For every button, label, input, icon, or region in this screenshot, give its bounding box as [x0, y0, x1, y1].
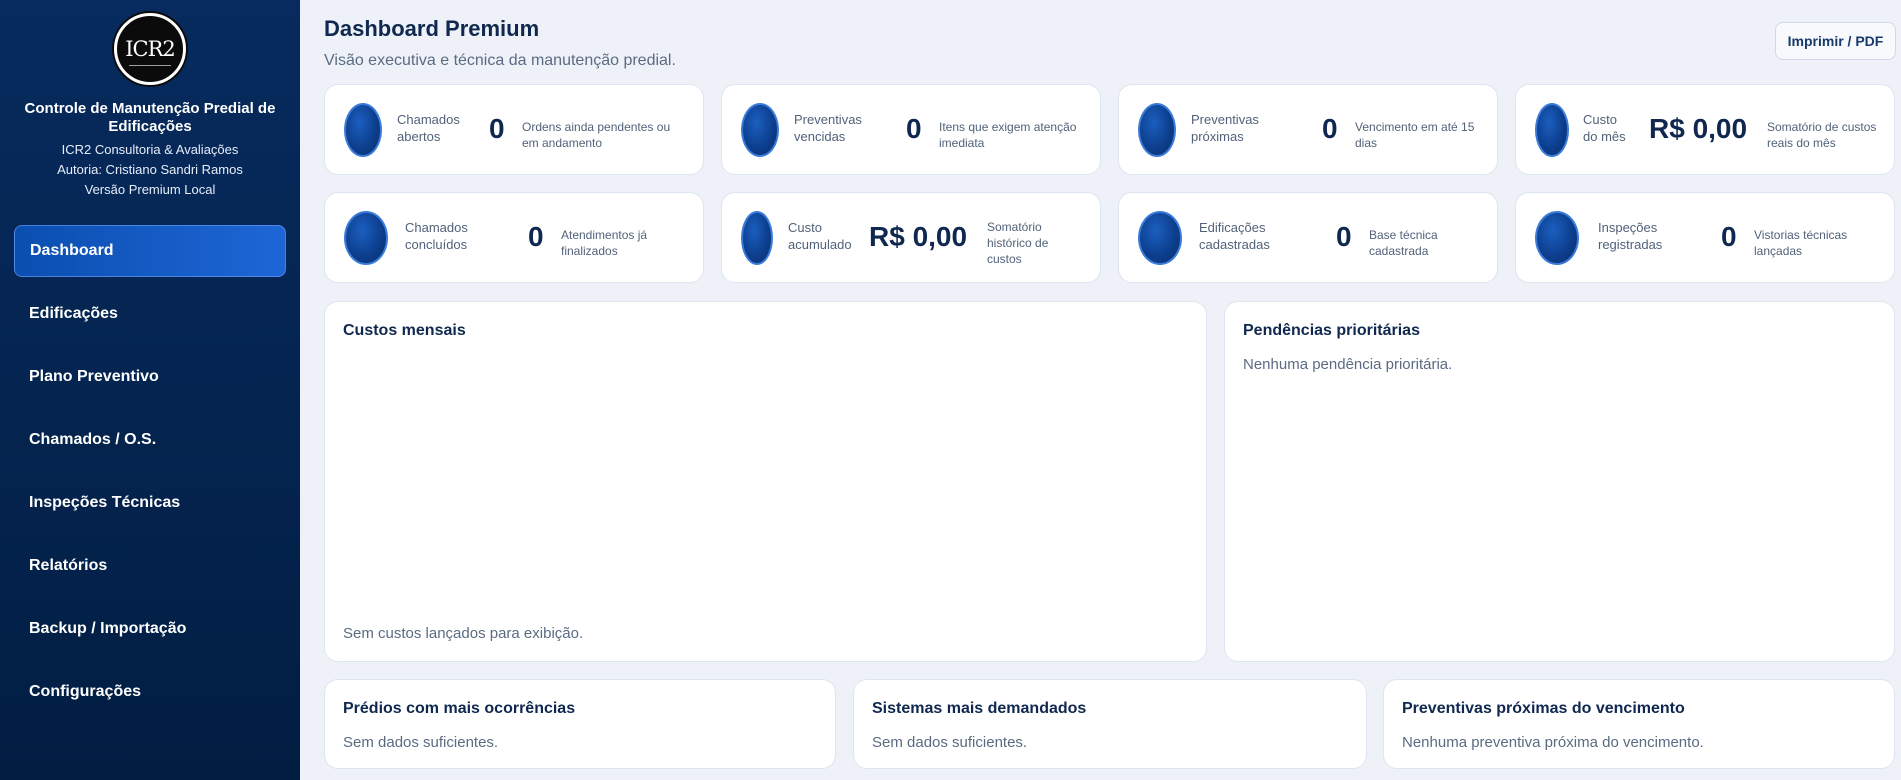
page-title: Dashboard Premium: [324, 16, 540, 41]
stat-label: Custo do mês: [1583, 112, 1626, 144]
empty-state-text: Nenhuma pendência prioritária.: [1243, 356, 1453, 373]
sidebar-item-label: Dashboard: [30, 242, 114, 259]
stat-card-month-cost: Custo do mês R$ 0,00 Somatório de custos…: [1515, 84, 1895, 175]
stat-label: Chamados concluídos: [405, 220, 468, 252]
sidebar-item-backup[interactable]: Backup / Importação: [14, 603, 286, 655]
stat-label: Edificações cadastradas: [1199, 220, 1270, 252]
sidebar: ICR2 Controle de Manutenção Predial de E…: [0, 0, 300, 780]
panel-title: Sistemas mais demandados: [872, 700, 1087, 717]
empty-state-text: Sem dados suficientes.: [343, 734, 499, 751]
sidebar-item-inspecoes[interactable]: Inspeções Técnicas: [14, 477, 286, 529]
stat-value: 0: [1336, 221, 1352, 252]
sidebar-item-chamados[interactable]: Chamados / O.S.: [14, 414, 286, 466]
company-name: ICR2 Consultoria & Avaliações: [61, 142, 239, 157]
stat-card-inspections: Inspeções registradas 0 Vistorias técnic…: [1515, 192, 1895, 283]
stat-value: R$ 0,00: [869, 221, 968, 252]
stat-card-accumulated-cost: Custo acumulado R$ 0,00 Somatório histór…: [721, 192, 1101, 283]
stat-value: 0: [489, 113, 505, 144]
stat-description: Base técnica cadastrada: [1369, 228, 1438, 258]
stat-description: Somatório de custos reais do mês: [1767, 120, 1877, 150]
monthly-costs-panel: Custos mensais Sem custos lançados para …: [324, 301, 1207, 662]
stat-indicator-icon: [1138, 211, 1182, 265]
sidebar-item-dashboard[interactable]: Dashboard: [14, 225, 286, 277]
stat-card-upcoming-preventive: Preventivas próximas 0 Vencimento em até…: [1118, 84, 1498, 175]
panel-title: Prédios com mais ocorrências: [343, 700, 576, 717]
stat-card-closed-tickets: Chamados concluídos 0 Atendimentos já fi…: [324, 192, 704, 283]
stat-value: R$ 0,00: [1649, 113, 1748, 144]
stat-card-overdue-preventive: Preventivas vencidas 0 Itens que exigem …: [721, 84, 1101, 175]
priority-pending-panel: Pendências prioritárias Nenhuma pendênci…: [1224, 301, 1895, 662]
empty-state-text: Nenhuma preventiva próxima do vencimento…: [1402, 734, 1704, 751]
stat-value: 0: [1721, 221, 1737, 252]
empty-state-text: Sem dados suficientes.: [872, 734, 1028, 751]
panel-title: Pendências prioritárias: [1243, 322, 1420, 339]
sidebar-item-label: Edificações: [29, 305, 118, 322]
sidebar-item-configuracoes[interactable]: Configurações: [14, 666, 286, 718]
stat-description: Ordens ainda pendentes ou em andamento: [522, 120, 671, 150]
stat-indicator-icon: [1535, 211, 1579, 265]
app-title: Controle de Manutenção Predial de Edific…: [24, 100, 276, 135]
author-credit: Autoria: Cristiano Sandri Ramos: [57, 162, 243, 177]
stat-card-buildings: Edificações cadastradas 0 Base técnica c…: [1118, 192, 1498, 283]
stat-description: Vencimento em até 15 dias: [1355, 120, 1475, 150]
print-pdf-button[interactable]: Imprimir / PDF: [1775, 22, 1896, 60]
page-subtitle: Visão executiva e técnica da manutenção …: [324, 52, 676, 69]
stat-label: Chamados abertos: [397, 112, 460, 144]
stat-indicator-icon: [741, 103, 779, 157]
sidebar-item-label: Backup / Importação: [29, 620, 187, 637]
upcoming-preventive-panel: Preventivas próximas do vencimento Nenhu…: [1383, 679, 1895, 769]
stat-description: Itens que exigem atenção imediata: [939, 120, 1077, 150]
sidebar-item-edificacoes[interactable]: Edificações: [14, 288, 286, 340]
stat-description: Somatório histórico de custos: [987, 220, 1049, 266]
sidebar-item-plano-preventivo[interactable]: Plano Preventivo: [14, 351, 286, 403]
sidebar-item-label: Configurações: [29, 683, 142, 700]
sidebar-item-label: Inspeções Técnicas: [29, 494, 181, 511]
buildings-occurrences-panel: Prédios com mais ocorrências Sem dados s…: [324, 679, 836, 769]
stat-value: 0: [906, 113, 922, 144]
stat-indicator-icon: [344, 211, 388, 265]
sidebar-item-label: Plano Preventivo: [29, 368, 159, 385]
stat-value: 0: [1322, 113, 1338, 144]
stat-value: 0: [528, 221, 544, 252]
stat-description: Atendimentos já finalizados: [561, 228, 648, 258]
empty-state-text: Sem custos lançados para exibição.: [343, 625, 584, 642]
version-label: Versão Premium Local: [84, 182, 216, 197]
sidebar-item-label: Chamados / O.S.: [29, 431, 157, 448]
stat-indicator-icon: [344, 103, 382, 157]
company-logo: ICR2: [114, 13, 186, 85]
stat-label: Preventivas próximas: [1191, 112, 1259, 144]
stat-indicator-icon: [1138, 103, 1176, 157]
sidebar-item-relatorios[interactable]: Relatórios: [14, 540, 286, 592]
stat-label: Inspeções registradas: [1598, 220, 1663, 252]
stat-label: Custo acumulado: [788, 220, 852, 252]
stat-indicator-icon: [741, 211, 773, 265]
sidebar-item-label: Relatórios: [29, 557, 108, 574]
stat-label: Preventivas vencidas: [794, 112, 862, 144]
logo-text: ICR2: [125, 37, 176, 61]
panel-title: Preventivas próximas do vencimento: [1402, 700, 1685, 717]
stat-indicator-icon: [1535, 103, 1569, 157]
stat-card-open-tickets: Chamados abertos 0 Ordens ainda pendente…: [324, 84, 704, 175]
stat-description: Vistorias técnicas lançadas: [1754, 228, 1848, 258]
panel-title: Custos mensais: [343, 322, 466, 339]
systems-demanded-panel: Sistemas mais demandados Sem dados sufic…: [853, 679, 1367, 769]
